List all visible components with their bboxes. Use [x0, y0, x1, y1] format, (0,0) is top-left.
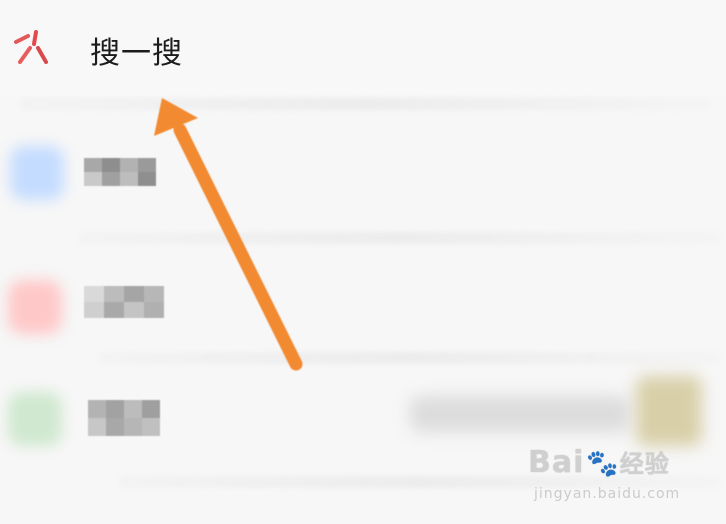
avatar	[10, 146, 64, 200]
blurred-label	[84, 158, 156, 186]
app-screen: 搜一搜 Bai🐾经验 jingyan.baidu.com	[0, 0, 726, 524]
header-bar: 搜一搜	[0, 0, 726, 96]
list-item[interactable]	[0, 250, 726, 350]
avatar	[8, 392, 62, 446]
watermark: Bai🐾经验 jingyan.baidu.com	[528, 444, 698, 508]
blurred-label	[88, 400, 160, 436]
page-title: 搜一搜	[90, 36, 183, 71]
spark-icon[interactable]	[8, 22, 54, 70]
watermark-url: jingyan.baidu.com	[534, 486, 681, 502]
divider	[20, 98, 710, 110]
divider	[100, 352, 720, 364]
avatar	[8, 280, 62, 334]
blurred-thumbnail	[636, 376, 702, 446]
divider	[80, 232, 720, 244]
blurred-label	[84, 286, 164, 318]
watermark-logo: Bai🐾经验	[528, 445, 670, 480]
blurred-content	[410, 396, 630, 432]
list-item[interactable]	[0, 130, 726, 220]
